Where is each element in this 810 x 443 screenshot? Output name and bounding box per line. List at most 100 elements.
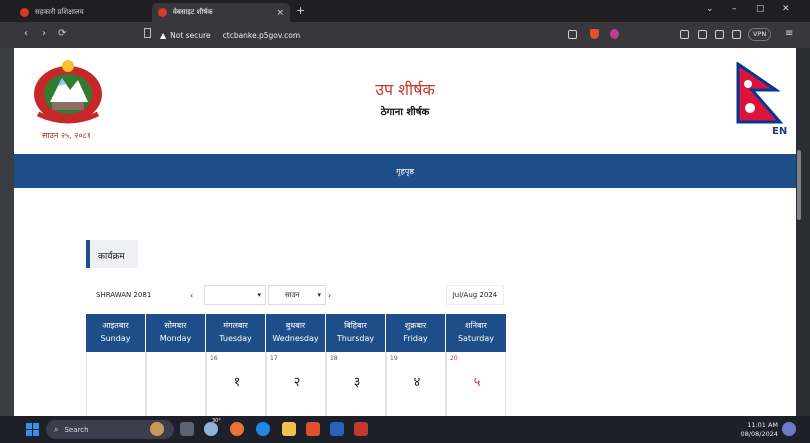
system-clock[interactable]: 11:01 AM 08/08/2024 [720,421,778,439]
reload-button[interactable]: ⟳ [58,28,66,39]
ad-month-label: Jul/Aug 2024 [446,285,504,305]
menu-icon[interactable]: ≡ [785,28,793,39]
day-header-friday: शुक्रबार Friday [386,314,446,352]
vpn-button[interactable]: VPN [748,28,772,41]
firefox-icon[interactable] [230,422,244,436]
day-header-tuesday: मंगलबार Tuesday [206,314,266,352]
month-select-value: साउन [285,290,300,299]
wallet-icon[interactable] [732,30,741,39]
minimize-button[interactable]: – [732,4,737,14]
forward-button[interactable]: › [42,28,46,39]
windows-taskbar: ⌕ Search 30° 11:01 AM 08/08/2024 [0,416,810,443]
section-title: कार्यक्रम [98,252,125,262]
tab-inactive[interactable]: सहकारी प्रशिक्षालय [14,3,152,22]
ad-date: 18 [330,355,338,362]
day-np: शनिबार [465,321,487,330]
bs-date: १ [233,375,241,390]
chevron-down-icon: ▾ [317,291,321,299]
day-en: Wednesday [272,334,319,343]
year-select[interactable]: ▾ [204,285,266,305]
app-icon[interactable] [354,422,368,436]
chevron-down-icon: ▾ [257,291,261,299]
month-select[interactable]: साउन ▾ [268,285,326,305]
calendar-day-cell[interactable]: 18 ३ [326,352,386,416]
url-text: ctcbanke.p5gov.com [222,30,301,40]
day-header-thursday: बिहिबार Thursday [326,314,386,352]
bs-date: २ [293,375,301,390]
day-en: Monday [159,334,192,343]
calendar-day-cell [146,352,206,416]
nav-home-link[interactable]: गृहपृष्ठ [14,166,796,177]
close-window-button[interactable]: ✕ [782,4,790,14]
emblem-date: साउन २५, २०८१ [42,131,91,140]
security-label: Not secure [170,30,211,40]
sidebar-icon[interactable] [715,30,724,39]
day-en: Thursday [336,334,375,343]
day-en: Friday [403,334,428,343]
word-icon[interactable] [330,422,344,436]
day-en: Tuesday [219,334,252,343]
section-heading: कार्यक्रम [86,240,138,268]
back-button[interactable]: ‹ [24,28,28,39]
calendar-week-row: 16 १ 17 २ 18 ३ 19 ४ 20 ५ [86,352,506,416]
weather-icon[interactable] [204,422,218,436]
extensions-icon[interactable] [680,30,689,39]
prev-month-button[interactable]: ‹ [190,285,204,305]
close-tab-icon[interactable]: × [276,8,284,18]
widgets-icon[interactable] [150,422,164,436]
brave-icon[interactable] [306,422,320,436]
weather-temp: 30° [212,418,221,424]
brave-rewards-icon[interactable] [610,29,619,39]
ad-date: 20 [450,355,458,362]
notification-icon[interactable] [782,422,796,436]
new-tab-button[interactable]: + [296,4,305,17]
bookmark-icon[interactable] [144,28,151,38]
bs-date: ५ [473,375,481,390]
search-icon: ⌕ [54,424,59,434]
clock-date: 08/08/2024 [740,430,778,438]
share-icon[interactable] [568,30,577,39]
desktop-background-right [796,48,810,416]
windows-start-icon[interactable] [26,423,39,436]
calendar-day-cell[interactable]: 16 १ [206,352,266,416]
calendar-day-cell[interactable]: 19 ४ [386,352,446,416]
edge-icon[interactable] [256,422,270,436]
file-explorer-icon[interactable] [282,422,296,436]
clock-time: 11:01 AM [747,421,778,429]
task-view-icon[interactable] [180,422,194,436]
browser-tab-bar: सहकारी प्रशिक्षालय वेबसाइट शीर्षक × + ⌄ … [0,0,810,22]
ad-date: 19 [390,355,398,362]
tab-active[interactable]: वेबसाइट शीर्षक × [152,3,290,22]
tab-search-chevron-icon[interactable]: ⌄ [706,4,714,14]
day-header-monday: सोमबार Monday [146,314,206,352]
nepal-flag-icon [736,62,784,124]
day-header-wednesday: बुधबार Wednesday [266,314,326,352]
page-title: उप शीर्षक [375,80,435,99]
main-navbar: गृहपृष्ठ [14,154,796,188]
url-field[interactable]: ▲ Not secure ctcbanke.p5gov.com [160,27,620,43]
brave-favicon-icon [20,8,29,17]
search-label: Search [64,425,89,434]
language-toggle[interactable]: EN [772,126,787,137]
calendar-day-cell[interactable]: 17 २ [266,352,326,416]
bs-date: ३ [353,375,361,390]
web-page: साउन २५, २०८१ उप शीर्षक ठेगाना शीर्षक EN… [14,48,796,416]
calendar-table: आइतबार Sunday सोमबार Monday मंगलबार Tues… [86,314,506,416]
day-np: सोमबार [164,321,187,330]
day-np: आइतबार [102,321,129,330]
maximize-button[interactable]: ▢ [756,4,765,14]
calendar-header-row: आइतबार Sunday सोमबार Monday मंगलबार Tues… [86,314,506,352]
page-scrollbar[interactable] [797,150,801,220]
tab-label: सहकारी प्रशिक्षालय [35,8,84,16]
day-en: Saturday [457,334,495,343]
download-icon[interactable] [698,30,707,39]
warning-icon: ▲ [160,30,167,40]
calendar-day-cell-saturday[interactable]: 20 ५ [446,352,506,416]
desktop-background-left [0,48,14,416]
page-subtitle: ठेगाना शीर्षक [380,107,430,118]
next-month-button[interactable]: › [328,285,338,305]
brave-shield-icon[interactable] [590,29,599,39]
day-header-sunday: आइतबार Sunday [86,314,146,352]
tab-label: वेबसाइट शीर्षक [173,8,213,16]
day-np: बुधबार [285,321,306,330]
